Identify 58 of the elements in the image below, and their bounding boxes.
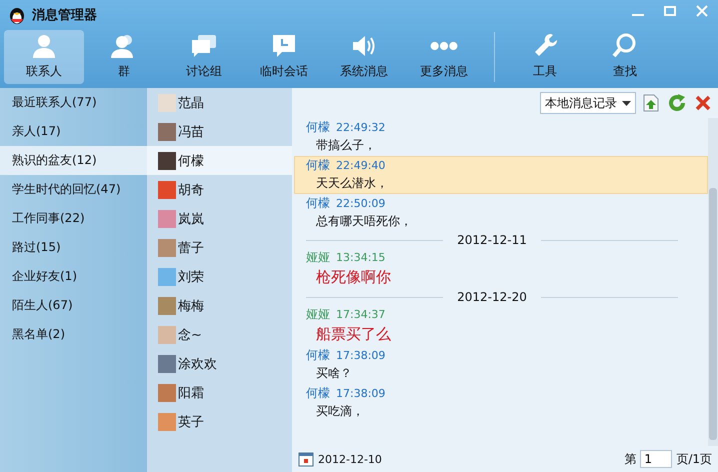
source-dropdown[interactable]: 本地消息记录 bbox=[540, 92, 636, 114]
message-time: 13:34:15 bbox=[336, 250, 386, 265]
window-title: 消息管理器 bbox=[32, 7, 98, 24]
group-item[interactable]: 路过(15) bbox=[0, 233, 147, 262]
message-time: 17:38:09 bbox=[336, 386, 386, 401]
page-input[interactable]: 1 bbox=[640, 450, 672, 468]
contact-item[interactable]: 念~ bbox=[147, 320, 292, 349]
message-time: 22:49:40 bbox=[336, 158, 386, 173]
group-item[interactable]: 学生时代的回忆(47) bbox=[0, 175, 147, 204]
contact-item[interactable]: 岚岚 bbox=[147, 204, 292, 233]
message-time: 22:49:32 bbox=[336, 120, 386, 135]
group-item[interactable]: 黑名单(2) bbox=[0, 320, 147, 349]
contact-item[interactable]: 范晶 bbox=[147, 88, 292, 117]
sender-name: 娅娅 bbox=[306, 307, 330, 322]
message-text: 带搞么子， bbox=[315, 138, 376, 153]
sender-name: 何檬 bbox=[306, 120, 330, 135]
message-text: 天天么潜水， bbox=[315, 176, 388, 191]
toolbar-tab[interactable]: 查找 bbox=[585, 30, 665, 84]
contact-item[interactable]: 冯苗 bbox=[147, 117, 292, 146]
contact-item[interactable]: 刘荣 bbox=[147, 262, 292, 291]
message-time: 22:50:09 bbox=[336, 196, 386, 211]
group-item[interactable]: 陌生人(67) bbox=[0, 291, 147, 320]
contact-item[interactable]: 蕾子 bbox=[147, 233, 292, 262]
message-text: 买吃滴， bbox=[315, 404, 364, 419]
page-total: 页/1页 bbox=[676, 450, 712, 468]
message-text: 买啥？ bbox=[315, 366, 352, 381]
group-item[interactable]: 亲人(17) bbox=[0, 117, 147, 146]
contact-item[interactable]: 涂欢欢 bbox=[147, 349, 292, 378]
date-separator: 2012-12-11 bbox=[457, 232, 527, 248]
message-text: 枪死像啊你 bbox=[315, 268, 391, 286]
toolbar-tab[interactable]: 工具 bbox=[505, 30, 585, 84]
toolbar-tab[interactable]: 更多消息 bbox=[404, 30, 484, 84]
contact-item[interactable]: 英子 bbox=[147, 407, 292, 436]
page-prefix: 第 bbox=[624, 450, 636, 468]
toolbar-tab[interactable]: 系统消息 bbox=[324, 30, 404, 84]
message-text: 总有哪天唔死你， bbox=[315, 214, 412, 229]
toolbar-tab[interactable]: 临时会话 bbox=[244, 30, 324, 84]
message-time: 17:34:37 bbox=[336, 307, 386, 322]
contact-item[interactable]: 胡奇 bbox=[147, 175, 292, 204]
group-item[interactable]: 最近联系人(77) bbox=[0, 88, 147, 117]
sender-name: 娅娅 bbox=[306, 250, 330, 265]
contact-item[interactable]: 阳霜 bbox=[147, 378, 292, 407]
message-time: 17:38:09 bbox=[336, 348, 386, 363]
contact-item[interactable]: 梅梅 bbox=[147, 291, 292, 320]
toolbar-tab[interactable]: 群 bbox=[84, 30, 164, 84]
sender-name: 何檬 bbox=[306, 196, 330, 211]
toolbar-tab[interactable]: 联系人 bbox=[4, 30, 84, 84]
toolbar-tab[interactable]: 讨论组 bbox=[164, 30, 244, 84]
group-item[interactable]: 企业好友(1) bbox=[0, 262, 147, 291]
group-item[interactable]: 熟识的盆友(12) bbox=[0, 146, 147, 175]
date-label: 2012-12-10 bbox=[318, 452, 383, 466]
group-item[interactable]: 工作同事(22) bbox=[0, 204, 147, 233]
contact-item[interactable]: 何檬 bbox=[147, 146, 292, 175]
date-separator: 2012-12-20 bbox=[457, 289, 527, 305]
message-text: 船票买了么 bbox=[315, 325, 391, 343]
sender-name: 何檬 bbox=[306, 386, 330, 401]
sender-name: 何檬 bbox=[306, 348, 330, 363]
sender-name: 何檬 bbox=[306, 158, 330, 173]
